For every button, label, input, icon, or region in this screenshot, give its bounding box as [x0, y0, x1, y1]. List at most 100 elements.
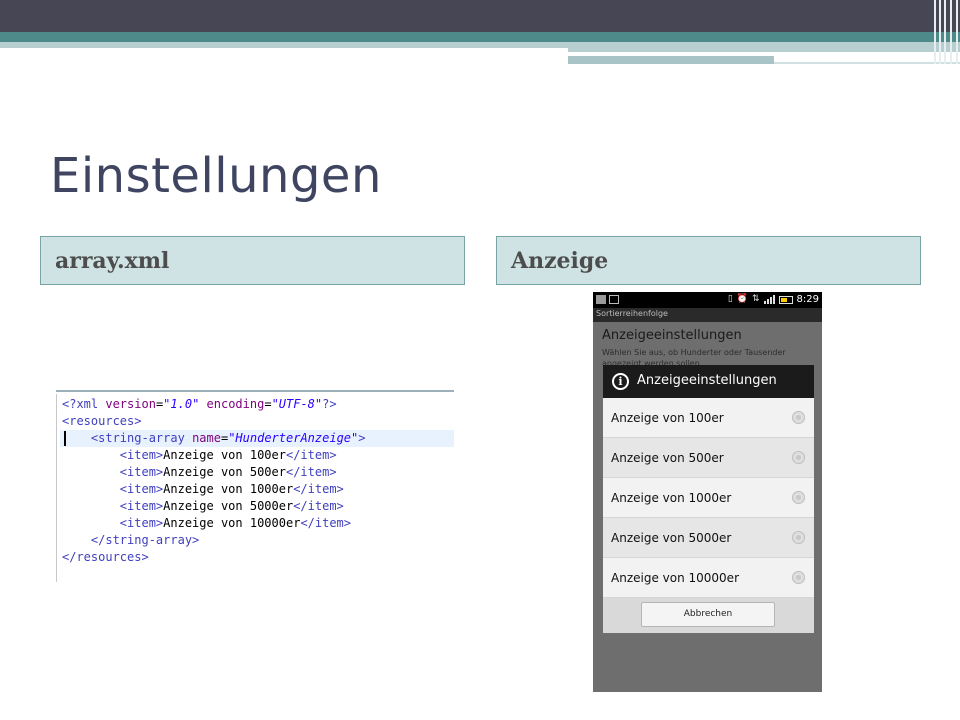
dialog-option[interactable]: Anzeige von 5000er	[603, 518, 814, 558]
code-line: </string-array>	[62, 532, 452, 549]
code-token: <string-array	[90, 431, 193, 445]
header-banner-lines	[932, 0, 960, 64]
code-token: ?>	[322, 397, 337, 411]
code-token: version	[105, 397, 156, 411]
notification-icons	[596, 295, 619, 304]
radio-button[interactable]	[792, 531, 805, 544]
header-banner-teal	[0, 32, 960, 42]
column-header-label: array.xml	[55, 248, 170, 274]
preference-summary: Wählen Sie aus, ob Hunderter oder Tausen…	[602, 348, 786, 365]
vibrate-icon: ▯	[727, 294, 733, 304]
phone-screenshot: ▯ ⏰ ⇅ 8:29 Sortierreihenfolge Anzeigeein…	[593, 292, 822, 692]
code-token: Anzeige von 5000er	[163, 499, 294, 513]
code-token: </item>	[285, 465, 337, 479]
notification-icon	[609, 295, 619, 304]
dialog-option-label: Anzeige von 5000er	[611, 531, 732, 545]
dialog-header: i Anzeigeeinstellungen	[603, 365, 814, 398]
code-token: <?	[62, 397, 77, 411]
column-header-left: array.xml	[40, 236, 465, 285]
code-gutter	[56, 394, 57, 582]
dialog-title: Anzeigeeinstellungen	[637, 373, 777, 388]
code-line: <item>Anzeige von 100er</item>	[62, 447, 452, 464]
code-token: <item>	[119, 465, 164, 479]
code-token: =	[264, 397, 272, 411]
code-token: Anzeige von 1000er	[163, 482, 294, 496]
code-token: <item>	[119, 499, 164, 513]
status-bar: ▯ ⏰ ⇅ 8:29	[593, 292, 822, 308]
code-token: name	[192, 431, 221, 445]
dialog-options-list: Anzeige von 100er Anzeige von 500er Anzeig…	[603, 398, 814, 598]
alarm-icon: ⏰	[736, 294, 748, 304]
code-line: <item>Anzeige von 1000er</item>	[62, 481, 452, 498]
code-token: </item>	[293, 499, 344, 513]
code-token: <item>	[119, 448, 164, 462]
radio-button[interactable]	[792, 451, 805, 464]
dialog-option-label: Anzeige von 10000er	[611, 571, 739, 585]
header-banner-dark	[0, 0, 960, 32]
column-header-label: Anzeige	[511, 248, 609, 274]
dialog-footer: Abbrechen	[603, 598, 814, 633]
code-token: </string-array>	[90, 533, 200, 547]
column-header-right: Anzeige	[496, 236, 921, 285]
list-dialog: i Anzeigeeinstellungen Anzeige von 100er…	[603, 365, 814, 633]
code-token: Anzeige von 100er	[163, 448, 286, 462]
code-token: encoding	[206, 397, 265, 411]
code-token: xml	[76, 397, 106, 411]
code-token: </item>	[300, 516, 352, 530]
code-line: </resources>	[62, 549, 452, 566]
code-line: <string-array name="HunderterAnzeige">	[60, 430, 454, 447]
code-panel-border	[56, 390, 454, 392]
radio-button[interactable]	[792, 571, 805, 584]
status-icons: ▯ ⏰ ⇅ 8:29	[728, 294, 819, 305]
header-banner-light	[0, 42, 568, 48]
header-banner-strip	[568, 42, 960, 52]
dialog-option-label: Anzeige von 500er	[611, 451, 724, 465]
radio-button[interactable]	[792, 411, 805, 424]
app-bar: Sortierreihenfolge	[593, 308, 822, 322]
dialog-option-label: Anzeige von 1000er	[611, 491, 732, 505]
header-banner-strip	[568, 52, 888, 54]
radio-button[interactable]	[792, 491, 805, 504]
code-line: <item>Anzeige von 5000er</item>	[62, 498, 452, 515]
code-token: "HunderterAnzeige"	[228, 431, 359, 445]
preference-title[interactable]: Anzeigeeinstellungen	[602, 328, 742, 343]
battery-icon	[778, 295, 793, 304]
dialog-option[interactable]: Anzeige von 100er	[603, 398, 814, 438]
dialog-option-label: Anzeige von 100er	[611, 411, 724, 425]
code-token: </resources>	[62, 550, 149, 564]
cancel-button[interactable]: Abbrechen	[641, 602, 775, 627]
code-token: </item>	[285, 448, 337, 462]
data-icon: ⇅	[751, 294, 760, 304]
xml-code-panel: <?xml version="1.0" encoding="UTF-8"?> <r…	[56, 390, 454, 584]
code-token: >	[358, 431, 366, 445]
code-line: <resources>	[62, 413, 452, 430]
page-title: Einstellungen	[50, 148, 382, 204]
dialog-option[interactable]: Anzeige von 1000er	[603, 478, 814, 518]
code-token: <item>	[119, 516, 164, 530]
header-banner-strip	[568, 56, 774, 64]
status-time: 8:29	[796, 294, 819, 305]
notification-icon	[596, 295, 606, 304]
dialog-option[interactable]: Anzeige von 500er	[603, 438, 814, 478]
dialog-option[interactable]: Anzeige von 10000er	[603, 558, 814, 598]
code-line: <item>Anzeige von 500er</item>	[62, 464, 452, 481]
code-token: <item>	[119, 482, 164, 496]
code-token: "1.0"	[163, 397, 200, 411]
code-token: Anzeige von 10000er	[163, 516, 301, 530]
code-line: <?xml version="1.0" encoding="UTF-8"?>	[62, 396, 452, 413]
code-token: </item>	[293, 482, 344, 496]
code-token: <resources>	[62, 414, 142, 428]
text-cursor	[64, 431, 66, 446]
code-token: "UTF-8"	[271, 397, 323, 411]
code-token: Anzeige von 500er	[163, 465, 286, 479]
info-icon: i	[612, 373, 629, 390]
code-line: <item>Anzeige von 10000er</item>	[62, 515, 452, 532]
app-bar-title: Sortierreihenfolge	[596, 309, 668, 318]
signal-icon	[763, 295, 775, 304]
